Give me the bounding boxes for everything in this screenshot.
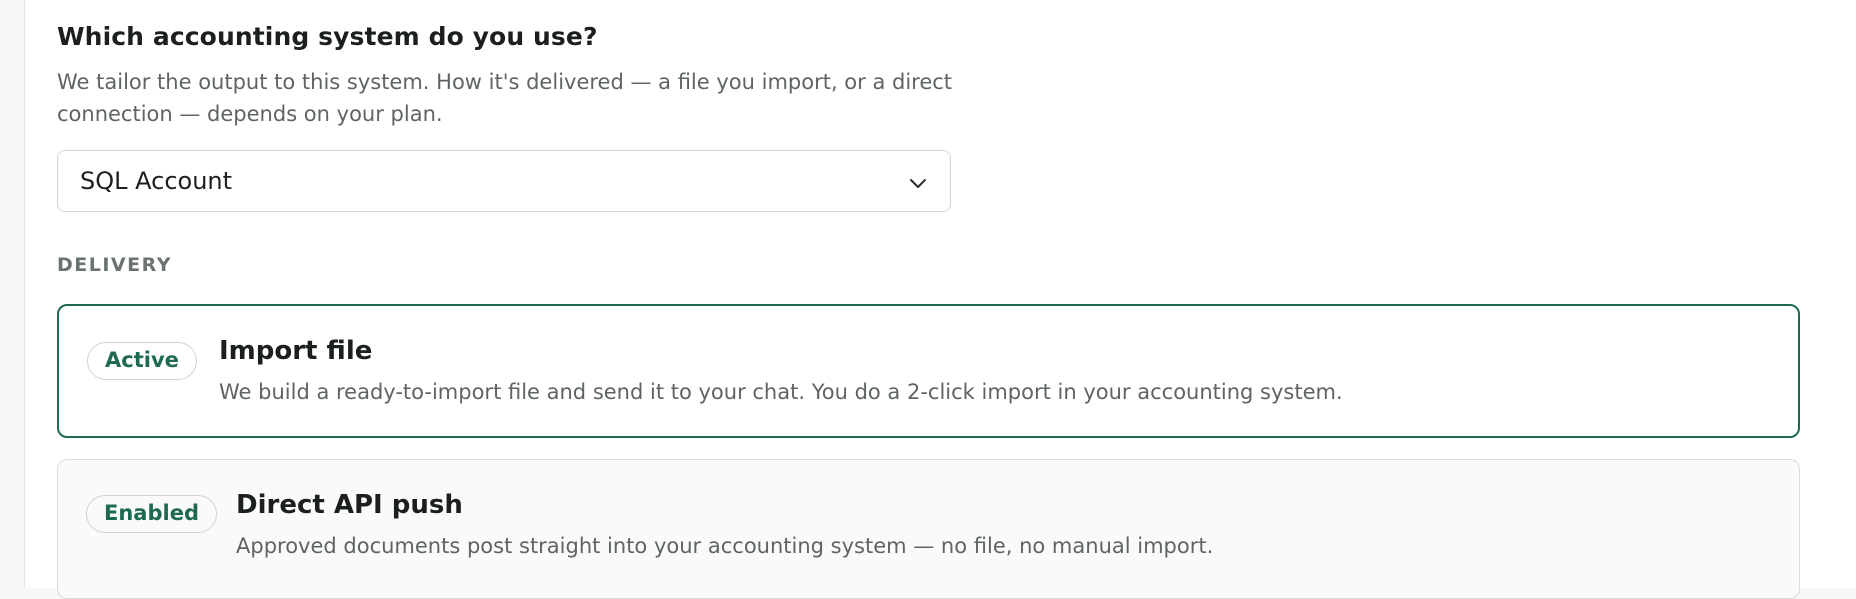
option-description: We build a ready-to-import file and send… [219,380,1343,404]
chevron-down-icon [910,179,926,188]
accounting-system-select[interactable]: SQL Account [57,150,951,212]
option-title: Direct API push [236,490,463,520]
option-description: Approved documents post straight into yo… [236,534,1214,558]
delivery-option-direct-api-push[interactable]: Enabled Direct API push Approved documen… [57,459,1800,599]
option-title: Import file [219,336,373,366]
status-badge-active: Active [87,342,197,380]
status-badge-enabled: Enabled [86,495,217,533]
select-value: SQL Account [80,167,233,195]
delivery-option-import-file[interactable]: Active Import file We build a ready-to-i… [57,304,1800,438]
question-description: We tailor the output to this system. How… [57,70,953,126]
settings-panel: Which accounting system do you use? We t… [24,0,1856,599]
delivery-section-label: DELIVERY [57,254,172,276]
question-title: Which accounting system do you use? [57,22,598,51]
